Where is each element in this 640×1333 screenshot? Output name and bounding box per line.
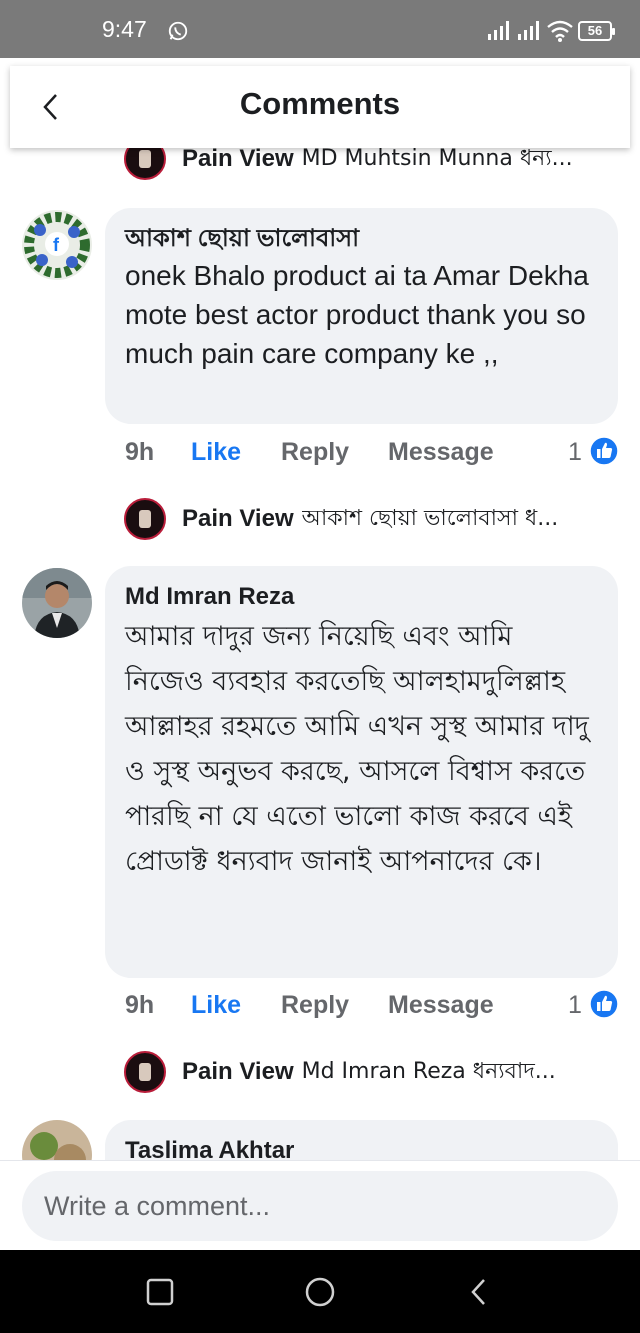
- svg-text:f: f: [53, 235, 60, 255]
- reaction-count[interactable]: 1: [568, 438, 582, 467]
- comment-bubble[interactable]: Taslima Akhtar: [105, 1120, 618, 1160]
- comment-author[interactable]: Md Imran Reza: [125, 580, 598, 614]
- like-button[interactable]: Like: [191, 991, 241, 1020]
- like-reaction-icon[interactable]: [589, 436, 619, 466]
- message-button[interactable]: Message: [388, 438, 494, 467]
- reply-author[interactable]: Pain View: [182, 505, 294, 533]
- avatar[interactable]: [22, 568, 92, 638]
- reply-text: Md Imran Reza ধন্যবাদ...: [301, 1058, 556, 1084]
- comment-time: 9h: [125, 991, 155, 1019]
- comment-actions: 9h Like Reply Message 1: [125, 436, 620, 474]
- status-time: 9:47: [102, 16, 147, 42]
- recents-icon[interactable]: [144, 1276, 176, 1308]
- reply-text: আকাশ ছোয়া ভালোবাসা ধ...: [301, 505, 559, 531]
- avatar-image: f: [22, 210, 92, 280]
- page-title: Comments: [239, 86, 401, 121]
- like-button[interactable]: Like: [191, 438, 241, 467]
- avatar-image: [22, 568, 92, 638]
- avatar: [124, 1051, 166, 1093]
- reaction-count[interactable]: 1: [568, 991, 582, 1020]
- reply-author[interactable]: Pain View: [182, 1058, 294, 1086]
- wifi-icon: [547, 20, 573, 42]
- comment-time: 9h: [125, 438, 155, 466]
- home-icon[interactable]: [304, 1276, 336, 1308]
- status-bar: 9:47 56: [0, 0, 640, 58]
- system-nav-bar: [0, 1250, 640, 1333]
- signal-icon: [518, 21, 539, 40]
- message-button[interactable]: Message: [388, 991, 494, 1020]
- avatar[interactable]: f: [22, 210, 92, 280]
- comment-actions: 9h Like Reply Message 1: [125, 989, 620, 1027]
- comment-text: onek Bhalo product ai ta Amar Dekha mote…: [125, 260, 589, 369]
- reply-text: MD Muhtsin Munna ধন্য...: [301, 148, 573, 171]
- like-reaction-icon[interactable]: [589, 989, 619, 1019]
- comments-list[interactable]: Pain View MD Muhtsin Munna ধন্য... f আকা…: [0, 148, 640, 1160]
- avatar: [124, 148, 166, 180]
- signal-icon: [488, 21, 509, 40]
- comment-bubble[interactable]: আকাশ ছোয়া ভালোবাসা onek Bhalo product a…: [105, 208, 618, 424]
- comment-author[interactable]: আকাশ ছোয়া ভালোবাসা: [125, 222, 598, 256]
- reply-button[interactable]: Reply: [281, 991, 349, 1020]
- battery-icon: 56: [578, 21, 615, 41]
- reply-author[interactable]: Pain View: [182, 148, 294, 173]
- nav-back-icon[interactable]: [464, 1276, 496, 1308]
- reply-preview[interactable]: Pain View MD Muhtsin Munna ধন্য...: [124, 148, 624, 180]
- comment-text: আমার দাদুর জন্য নিয়েছি এবং আমি নিজেও ব্…: [125, 621, 589, 877]
- comment-input[interactable]: [22, 1171, 618, 1241]
- reply-preview[interactable]: Pain View Md Imran Reza ধন্যবাদ...: [124, 1051, 624, 1093]
- reply-preview[interactable]: Pain View আকাশ ছোয়া ভালোবাসা ধ...: [124, 498, 624, 540]
- avatar-image: [22, 1120, 92, 1160]
- whatsapp-icon: [168, 21, 188, 41]
- comment-composer: [0, 1160, 640, 1250]
- comment-bubble[interactable]: Md Imran Reza আমার দাদুর জন্য নিয়েছি এব…: [105, 566, 618, 978]
- avatar: [124, 498, 166, 540]
- comments-header: Comments: [10, 66, 630, 148]
- comment-author[interactable]: Taslima Akhtar: [125, 1134, 598, 1160]
- reply-button[interactable]: Reply: [281, 438, 349, 467]
- avatar[interactable]: [22, 1120, 92, 1160]
